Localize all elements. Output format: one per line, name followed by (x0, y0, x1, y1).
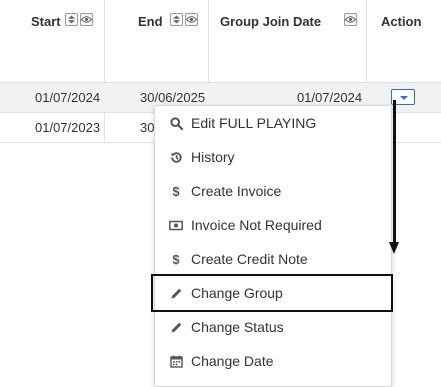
annotation-arrow-head (389, 242, 399, 254)
header-action: Action (366, 0, 441, 83)
sort-icon[interactable] (170, 13, 183, 26)
action-menu: Edit FULL PLAYING History $ Create Invoi… (154, 105, 392, 387)
menu-item-invoice-not-required[interactable]: Invoice Not Required (155, 208, 391, 242)
history-icon (169, 150, 183, 164)
annotation-highlight-box (151, 274, 393, 312)
calendar-icon (169, 354, 183, 368)
menu-item-label: Invoice Not Required (191, 217, 322, 233)
header-action-label: Action (381, 14, 422, 29)
menu-item-edit[interactable]: Edit FULL PLAYING (155, 106, 391, 140)
eye-icon[interactable] (80, 13, 93, 26)
search-icon (169, 116, 183, 130)
cell-end: 30/06/2025 (140, 90, 206, 105)
menu-item-create-credit-note[interactable]: $ Create Credit Note (155, 242, 391, 276)
annotation-arrow-line (393, 100, 396, 243)
header-group-join-date-label: Group Join Date (220, 14, 322, 29)
header-end-label: End (138, 14, 163, 29)
dollar-icon: $ (172, 183, 180, 199)
menu-item-create-invoice[interactable]: $ Create Invoice (155, 174, 391, 208)
menu-item-label: Change Status (191, 319, 284, 335)
money-icon (169, 218, 183, 232)
menu-item-label: Change Date (191, 353, 274, 369)
pencil-icon (169, 320, 183, 334)
chevron-down-icon (400, 96, 408, 100)
header-start[interactable]: Start (0, 0, 104, 83)
menu-item-label: History (191, 149, 235, 165)
header-start-label: Start (31, 14, 61, 29)
cell-end: 30 (140, 120, 155, 135)
cell-start: 01/07/2024 (35, 90, 101, 105)
cell-join-date: 01/07/2024 (297, 90, 363, 105)
menu-item-change-status[interactable]: Change Status (155, 310, 391, 344)
dollar-icon: $ (172, 251, 180, 267)
sort-icon[interactable] (65, 13, 78, 26)
header-end[interactable]: End (104, 0, 208, 83)
menu-item-label: Edit FULL PLAYING (191, 115, 317, 131)
eye-icon[interactable] (344, 13, 357, 26)
menu-item-history[interactable]: History (155, 140, 391, 174)
menu-item-label: Create Credit Note (191, 251, 308, 267)
header-group-join-date[interactable]: Group Join Date (208, 0, 366, 83)
eye-icon[interactable] (185, 13, 198, 26)
menu-item-label: Create Invoice (191, 183, 282, 199)
cell-start: 01/07/2023 (35, 120, 101, 135)
menu-item-change-date[interactable]: Change Date (155, 344, 391, 378)
